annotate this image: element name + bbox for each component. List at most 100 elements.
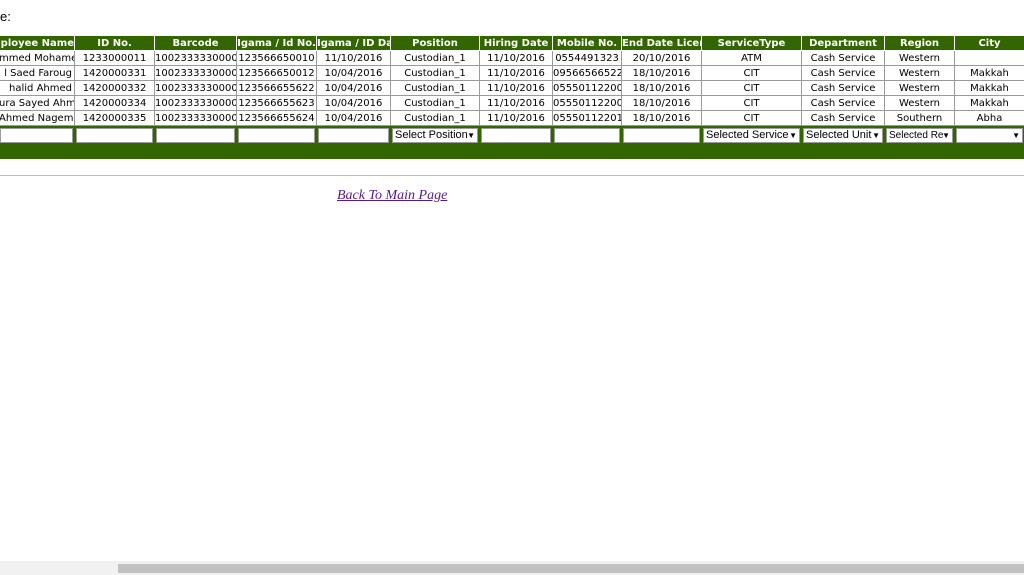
column-header: ployee Name — [0, 35, 75, 51]
filter-cell — [236, 125, 317, 146]
column-header: Igama / Id No. — [236, 35, 317, 51]
table-cell: 18/10/2016 — [621, 65, 702, 81]
table-cell: Custodian_1 — [390, 95, 480, 111]
mobile-filter[interactable] — [554, 128, 620, 143]
table-cell: CIT — [701, 95, 802, 111]
employee-grid: ployee Name ID No. Barcode Igama / Id No. Ig… — [0, 35, 1024, 176]
id-no-filter[interactable] — [76, 128, 153, 143]
column-header: ServiceType — [701, 35, 802, 51]
table-cell: Cash Service — [801, 95, 885, 111]
table-cell: Makkah — [954, 95, 1024, 111]
table-cell: 1420000335 — [74, 110, 155, 126]
table-cell: 10/04/2016 — [316, 80, 391, 96]
table-cell: Southern — [884, 110, 955, 126]
hiring-date-filter[interactable] — [481, 128, 551, 143]
table-cell: 123566655624 — [236, 110, 317, 126]
table-cell: 123566650010 — [236, 50, 317, 66]
table-cell: Cash Service — [801, 50, 885, 66]
back-to-main-link[interactable]: Back To Main Page — [337, 188, 447, 204]
igama-id-filter[interactable] — [238, 128, 315, 143]
department-select-value: Selected Unit — [806, 129, 872, 141]
table-cell: ATM — [701, 50, 802, 66]
filter-cell — [154, 125, 237, 146]
filter-row: Select Position ▼ Selected Service ▼ Sel… — [0, 125, 1024, 146]
table-cell: 0554491323 — [552, 50, 622, 66]
table-cell: 100233333000039 — [154, 50, 237, 66]
table-cell: Cash Service — [801, 80, 885, 96]
table-cell: ura Sayed Ahmed — [0, 95, 75, 111]
table-cell: 05550112200 — [552, 80, 622, 96]
column-header: Barcode — [154, 35, 237, 51]
table-cell: 11/10/2016 — [316, 50, 391, 66]
table-cell: 123566655622 — [236, 80, 317, 96]
table-cell: Custodian_1 — [390, 65, 480, 81]
table-cell: Cash Service — [801, 110, 885, 126]
filter-cell: ▼ — [954, 125, 1024, 146]
table-cell: CIT — [701, 65, 802, 81]
table-cell: Custodian_1 — [390, 110, 480, 126]
table-cell: Ahmed Nagem — [0, 110, 75, 126]
table-cell: 10/04/2016 — [316, 65, 391, 81]
table-cell: l Saed Faroug — [0, 65, 75, 81]
table-cell: 11/10/2016 — [479, 80, 553, 96]
igama-date-filter[interactable] — [318, 128, 389, 143]
horizontal-scrollbar[interactable] — [0, 561, 1024, 575]
table-cell: Cash Service — [801, 65, 885, 81]
city-select[interactable]: ▼ — [956, 128, 1023, 143]
table-cell: 1420000334 — [74, 95, 155, 111]
table-cell: Makkah — [954, 80, 1024, 96]
position-select[interactable]: Select Position ▼ — [392, 128, 478, 143]
filter-cell — [316, 125, 391, 146]
barcode-filter[interactable] — [156, 128, 235, 143]
table-cell: 11/10/2016 — [479, 110, 553, 126]
table-row[interactable]: halid Ahmed14200003321002333330000401235… — [0, 80, 1024, 96]
table-cell: Western — [884, 80, 955, 96]
table-cell: Custodian_1 — [390, 50, 480, 66]
table-cell: 1233000011 — [74, 50, 155, 66]
table-cell: 10/04/2016 — [316, 95, 391, 111]
table-cell: 10/04/2016 — [316, 110, 391, 126]
table-cell: 123566650012 — [236, 65, 317, 81]
scrollbar-thumb[interactable] — [118, 564, 1024, 573]
table-cell: 18/10/2016 — [621, 110, 702, 126]
column-header: City — [954, 35, 1024, 51]
chevron-down-icon: ▼ — [1012, 131, 1020, 140]
table-cell: mmed Mohamed — [0, 50, 75, 66]
header-row: ployee Name ID No. Barcode Igama / Id No. Ig… — [0, 35, 1024, 51]
table-cell: halid Ahmed — [0, 80, 75, 96]
table-cell: CIT — [701, 110, 802, 126]
filter-cell: Select Position ▼ — [390, 125, 480, 146]
end-date-license-filter[interactable] — [623, 128, 700, 143]
table-cell: 100233333000042 — [154, 95, 237, 111]
department-select[interactable]: Selected Unit ▼ — [803, 128, 883, 143]
region-select[interactable]: Selected Re ▼ — [886, 128, 953, 143]
table-cell: 100233333000041 — [154, 65, 237, 81]
column-header: Position — [390, 35, 480, 51]
table-cell: 11/10/2016 — [479, 95, 553, 111]
employee-name-filter[interactable] — [0, 128, 73, 143]
filter-cell — [0, 125, 75, 146]
column-header: Mobile No. — [552, 35, 622, 51]
table-cell: Custodian_1 — [390, 80, 480, 96]
column-header: Igama / ID Date — [316, 35, 391, 51]
table-cell: 100233333000043 — [154, 110, 237, 126]
table-cell — [954, 50, 1024, 66]
table-cell: 11/10/2016 — [479, 50, 553, 66]
chevron-down-icon: ▼ — [942, 131, 950, 140]
table-row[interactable]: l Saed Faroug142000033110023333300004112… — [0, 65, 1024, 81]
table-cell: 20/10/2016 — [621, 50, 702, 66]
chevron-down-icon: ▼ — [789, 131, 797, 140]
service-type-select[interactable]: Selected Service ▼ — [703, 128, 800, 143]
table-row[interactable]: Ahmed Nagem14200003351002333330000431235… — [0, 110, 1024, 126]
page-label: e: — [0, 9, 11, 24]
table-cell: Western — [884, 95, 955, 111]
table-cell: Abha — [954, 110, 1024, 126]
table-cell: CIT — [701, 80, 802, 96]
chevron-down-icon: ▼ — [872, 131, 880, 140]
table-row[interactable]: ura Sayed Ahmed1420000334100233333000042… — [0, 95, 1024, 111]
table-cell: 18/10/2016 — [621, 80, 702, 96]
table-cell: Western — [884, 65, 955, 81]
table-row[interactable]: mmed Mohamed1233000011100233333000039123… — [0, 50, 1024, 66]
grid-footer — [0, 145, 1024, 159]
filter-cell — [552, 125, 622, 146]
